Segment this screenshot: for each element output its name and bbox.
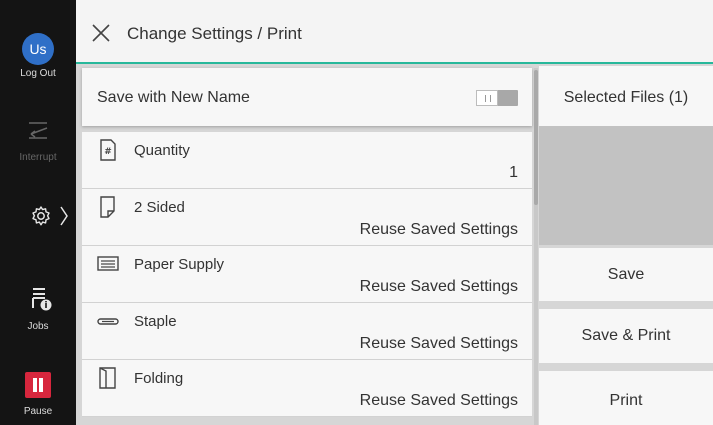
svg-text:#: # [104,147,112,157]
logout-label: Log Out [20,68,56,79]
settings-panel: Save with New Name # Quantity 1 2 Sided … [82,68,538,425]
setting-row-quantity[interactable]: # Quantity 1 [82,132,532,189]
folding-icon [99,367,116,389]
setting-title: Folding [134,370,184,387]
paper-supply-icon [97,256,119,271]
header-bar: Change Settings / Print [76,0,713,64]
setting-title: Quantity [134,142,190,159]
jobs-icon [32,288,52,311]
setting-value: Reuse Saved Settings [359,392,518,409]
quantity-icon: # [100,139,116,161]
logout-item[interactable]: Us Log Out [0,33,76,79]
setting-title: 2 Sided [134,199,185,216]
setting-value: Reuse Saved Settings [359,278,518,295]
side-rail: Us Log Out Interrupt Jobs Pause [0,0,76,425]
setting-row-folding[interactable]: Folding Reuse Saved Settings [82,360,532,417]
save-with-new-name-label: Save with New Name [97,89,250,106]
setting-row-2-sided[interactable]: 2 Sided Reuse Saved Settings [82,189,532,246]
setting-row-staple[interactable]: Staple Reuse Saved Settings [82,303,532,360]
pause-item[interactable]: Pause [0,372,76,417]
print-button[interactable]: Print [539,371,713,425]
save-with-new-name-toggle[interactable] [476,90,518,106]
page-title: Change Settings / Print [127,24,302,43]
user-avatar[interactable]: Us [22,33,54,65]
interrupt-item[interactable]: Interrupt [0,120,76,163]
setting-value: 1 [509,164,518,181]
scrollbar-thumb[interactable] [534,70,538,205]
settings-scrollbar[interactable] [534,68,538,425]
selected-files-button[interactable]: Selected Files (1) [539,66,713,126]
save-and-print-button[interactable]: Save & Print [539,309,713,363]
close-icon[interactable] [90,22,112,44]
jobs-item[interactable]: Jobs [0,286,76,332]
setting-row-paper-supply[interactable]: Paper Supply Reuse Saved Settings [82,246,532,303]
setting-value: Reuse Saved Settings [359,335,518,352]
setting-value: Reuse Saved Settings [359,221,518,238]
setting-title: Staple [134,313,177,330]
save-with-new-name-row[interactable]: Save with New Name [82,68,532,126]
pause-icon [25,372,51,398]
jobs-label: Jobs [27,321,49,332]
action-panel: Selected Files (1) Save Save & Print Pri… [539,66,713,425]
chevron-right-icon [60,206,68,226]
staple-icon [97,318,119,325]
interrupt-icon [29,122,48,139]
interrupt-label: Interrupt [19,152,57,163]
toggle-knob [476,90,498,106]
save-button[interactable]: Save [539,248,713,301]
file-preview-area [539,126,713,245]
pause-label: Pause [23,406,53,417]
two-sided-icon [100,196,115,218]
settings-list: # Quantity 1 2 Sided Reuse Saved Setting… [82,132,532,417]
setting-title: Paper Supply [134,256,225,273]
gear-icon [32,206,50,226]
